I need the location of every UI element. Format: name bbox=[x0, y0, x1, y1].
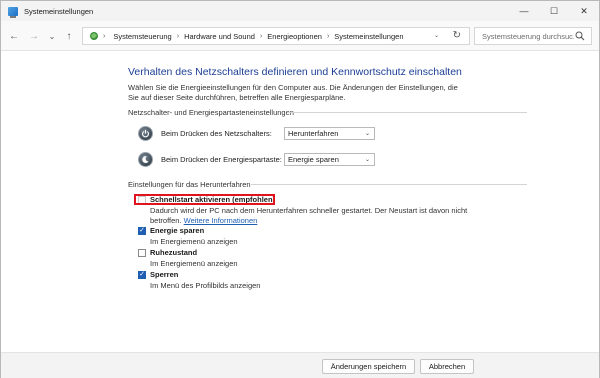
save-changes-button[interactable]: Änderungen speichern bbox=[322, 359, 415, 374]
lock-option-text: Sperren Im Menü des Profilbilds anzeigen bbox=[150, 270, 260, 291]
breadcrumb-separator: › bbox=[103, 32, 106, 40]
breadcrumb-separator: › bbox=[176, 32, 180, 40]
sleep-button-value: Energie sparen bbox=[288, 155, 339, 164]
breadcrumb: Systemsteuerung › Hardware und Sound › E… bbox=[113, 32, 403, 41]
breadcrumb-item-systemsteuerung[interactable]: Systemsteuerung bbox=[113, 32, 171, 41]
sleep-button-label: Beim Drücken der Energiespartaste: bbox=[161, 155, 282, 164]
power-button-row: Beim Drücken des Netzschalters: Herunter… bbox=[138, 126, 375, 141]
search-icon[interactable] bbox=[575, 31, 585, 41]
chevron-down-icon: ⌄ bbox=[364, 131, 370, 137]
title-bar: Systemeinstellungen — ☐ ✕ bbox=[1, 1, 599, 21]
sleep-option-text: Energie sparen Im Energiemenü anzeigen bbox=[150, 226, 238, 247]
navigation-bar: ← → ⌄ ↑ › Systemsteuerung › Hardware und… bbox=[1, 21, 599, 51]
lock-checkbox[interactable]: ✓ bbox=[138, 271, 146, 279]
sleep-option-description: Im Energiemenü anzeigen bbox=[150, 237, 238, 246]
power-icon bbox=[138, 126, 153, 141]
breadcrumb-item-hardware-sound[interactable]: Hardware und Sound bbox=[184, 32, 255, 41]
breadcrumb-separator: › bbox=[326, 32, 330, 40]
highlight-annotation-box bbox=[134, 194, 275, 205]
power-section-label: Netzschalter- und Energiespartasteneinst… bbox=[128, 108, 294, 117]
breadcrumb-separator: › bbox=[259, 32, 263, 40]
more-info-link[interactable]: Weitere Informationen bbox=[184, 216, 258, 225]
system-settings-window: Systemeinstellungen — ☐ ✕ ← → ⌄ ↑ › Syst… bbox=[0, 0, 600, 378]
chevron-down-icon: ⌄ bbox=[364, 157, 370, 163]
power-button-select[interactable]: Herunterfahren ⌄ bbox=[284, 127, 375, 140]
main-content: Verhalten des Netzschalters definieren u… bbox=[1, 52, 599, 352]
hibernate-option: Ruhezustand Im Energiemenü anzeigen bbox=[138, 248, 238, 269]
shutdown-section-label: Einstellungen für das Herunterfahren bbox=[128, 180, 251, 189]
control-panel-icon bbox=[8, 6, 18, 18]
section-divider bbox=[287, 112, 527, 113]
history-dropdown-icon[interactable]: ⌄ bbox=[45, 29, 59, 43]
power-button-label: Beim Drücken des Netzschalters: bbox=[161, 129, 272, 138]
lock-option-label: Sperren bbox=[150, 270, 179, 279]
breadcrumb-item-energieoptionen[interactable]: Energieoptionen bbox=[267, 32, 322, 41]
window-controls: — ☐ ✕ bbox=[509, 1, 599, 21]
lock-option-description: Im Menü des Profilbilds anzeigen bbox=[150, 281, 261, 290]
breadcrumb-item-systemeinstellungen[interactable]: Systemeinstellungen bbox=[334, 32, 403, 41]
up-arrow-icon[interactable]: ↑ bbox=[62, 29, 76, 43]
hibernate-option-description: Im Energiemenü anzeigen bbox=[150, 259, 238, 268]
fast-startup-description: Dadurch wird der PC nach dem Herunterfah… bbox=[150, 206, 470, 226]
cancel-button[interactable]: Abbrechen bbox=[420, 359, 474, 374]
sleep-option-label: Energie sparen bbox=[150, 226, 205, 235]
sleep-option: ✓ Energie sparen Im Energiemenü anzeigen bbox=[138, 226, 238, 247]
lock-option: ✓ Sperren Im Menü des Profilbilds anzeig… bbox=[138, 270, 260, 291]
hibernate-option-text: Ruhezustand Im Energiemenü anzeigen bbox=[150, 248, 238, 269]
address-dropdown-icon[interactable]: ⌄ bbox=[434, 32, 439, 39]
page-title: Verhalten des Netzschalters definieren u… bbox=[128, 66, 462, 78]
section-divider bbox=[251, 184, 527, 185]
maximize-button[interactable]: ☐ bbox=[539, 1, 569, 21]
footer-bar: Änderungen speichern Abbrechen bbox=[1, 352, 599, 378]
window-title: Systemeinstellungen bbox=[24, 6, 94, 16]
close-button[interactable]: ✕ bbox=[569, 1, 599, 21]
back-arrow-icon[interactable]: ← bbox=[7, 29, 21, 43]
forward-arrow-icon[interactable]: → bbox=[27, 29, 41, 43]
intro-text: Wählen Sie die Energieeinstellungen für … bbox=[128, 83, 458, 102]
sleep-checkbox[interactable]: ✓ bbox=[138, 227, 146, 235]
minimize-button[interactable]: — bbox=[509, 1, 539, 21]
address-bar[interactable]: › Systemsteuerung › Hardware und Sound ›… bbox=[82, 27, 470, 45]
hibernate-option-label: Ruhezustand bbox=[150, 248, 198, 257]
search-input[interactable]: Systemsteuerung durchsuc... bbox=[474, 27, 592, 45]
refresh-icon[interactable]: ↻ bbox=[453, 30, 461, 41]
sleep-icon bbox=[138, 152, 153, 167]
search-placeholder: Systemsteuerung durchsuc... bbox=[482, 31, 574, 41]
hibernate-checkbox[interactable] bbox=[138, 249, 146, 257]
sleep-button-select[interactable]: Energie sparen ⌄ bbox=[284, 153, 375, 166]
sleep-button-row: Beim Drücken der Energiespartaste: Energ… bbox=[138, 152, 375, 167]
power-button-value: Herunterfahren bbox=[288, 129, 339, 138]
control-panel-globe-icon bbox=[89, 31, 99, 41]
